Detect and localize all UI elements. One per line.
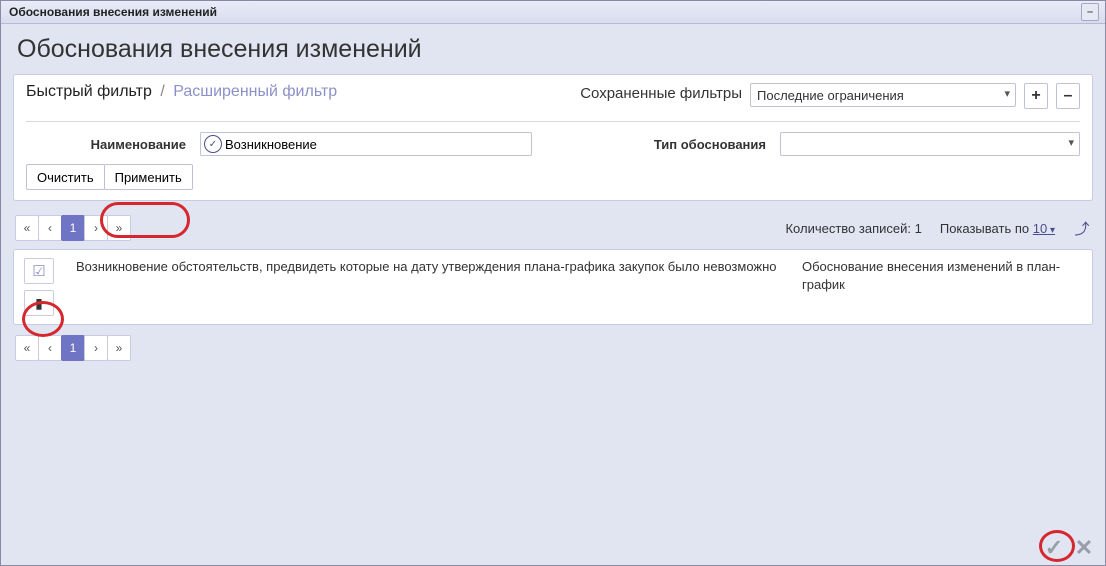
pager-bottom: « ‹ 1 › » — [15, 335, 131, 361]
export-icon[interactable]: ⤴ — [1073, 219, 1091, 237]
pager-bar-top: « ‹ 1 › » Количество записей: 1 Показыва… — [15, 215, 1091, 241]
filter-top: Быстрый фильтр / Расширенный фильтр Сохр… — [26, 83, 1080, 109]
page-prev-b[interactable]: ‹ — [38, 335, 62, 361]
page-title: Обоснования внесения изменений — [17, 35, 1093, 64]
type-label: Тип обоснования — [586, 137, 766, 152]
type-select[interactable] — [780, 132, 1080, 156]
saved-filters: Сохраненные фильтры Последние ограничени… — [580, 83, 1080, 109]
body: Обоснования внесения изменений Быстрый ф… — [1, 24, 1105, 565]
results-list: ☑ ▮ Возникновение обстоятельств, предвид… — [13, 249, 1093, 325]
page-prev[interactable]: ‹ — [38, 215, 62, 241]
row-type: Обоснование внесения изменений в план-гр… — [802, 258, 1082, 293]
select-row-button[interactable]: ☑ — [24, 258, 54, 284]
record-count: Количество записей: 1 — [785, 221, 921, 236]
confirm-button[interactable]: ✓ — [1041, 535, 1067, 561]
row-actions: ☑ ▮ — [24, 258, 64, 316]
check-icon: ☑ — [32, 262, 45, 280]
saved-filters-select[interactable]: Последние ограничения — [750, 83, 1016, 107]
page-first-b[interactable]: « — [15, 335, 39, 361]
list-item[interactable]: ☑ ▮ Возникновение обстоятельств, предвид… — [14, 250, 1092, 324]
page-first[interactable]: « — [15, 215, 39, 241]
filter-tabs: Быстрый фильтр / Расширенный фильтр — [26, 83, 337, 101]
add-filter-button[interactable]: + — [1024, 83, 1048, 109]
divider — [26, 121, 1080, 122]
type-select-wrap — [780, 132, 1080, 156]
collapse-icon[interactable]: – — [1081, 3, 1099, 21]
pager-top: « ‹ 1 › » — [15, 215, 131, 241]
pager-right: Количество записей: 1 Показывать по 10 ⤴ — [785, 219, 1091, 237]
clear-button[interactable]: Очистить — [26, 164, 105, 190]
window-title: Обоснования внесения изменений — [9, 5, 217, 19]
page-last[interactable]: » — [107, 215, 131, 241]
dialog-window: Обоснования внесения изменений – Обоснов… — [0, 0, 1106, 566]
saved-filters-select-wrap: Последние ограничения — [750, 83, 1016, 107]
saved-filters-label: Сохраненные фильтры — [580, 85, 742, 104]
tab-separator: / — [160, 83, 164, 100]
titlebar: Обоснования внесения изменений – — [1, 1, 1105, 24]
tab-quick-filter[interactable]: Быстрый фильтр — [26, 83, 152, 100]
filter-row: Наименование ✓ Тип обоснования — [26, 132, 1080, 156]
filter-actions: Очистить Применить — [26, 164, 1080, 190]
page-current-b[interactable]: 1 — [61, 335, 85, 361]
name-input-wrap: ✓ — [200, 132, 532, 156]
page-next-b[interactable]: › — [84, 335, 108, 361]
cancel-button[interactable]: ✕ — [1071, 535, 1097, 561]
input-valid-icon: ✓ — [204, 135, 222, 153]
dialog-footer: ✓ ✕ — [1041, 535, 1097, 561]
document-icon: ▮ — [35, 295, 43, 312]
tab-advanced-filter[interactable]: Расширенный фильтр — [173, 83, 337, 100]
pager-bar-bottom: « ‹ 1 › » — [15, 335, 1091, 361]
row-description: Возникновение обстоятельств, предвидеть … — [76, 258, 790, 276]
apply-button[interactable]: Применить — [104, 164, 193, 190]
remove-filter-button[interactable]: – — [1056, 83, 1080, 109]
page-last-b[interactable]: » — [107, 335, 131, 361]
name-input[interactable] — [200, 132, 532, 156]
per-page-link[interactable]: 10 — [1033, 221, 1055, 236]
per-page: Показывать по 10 — [940, 221, 1055, 236]
page-current[interactable]: 1 — [61, 215, 85, 241]
name-label: Наименование — [26, 137, 186, 152]
filter-panel: Быстрый фильтр / Расширенный фильтр Сохр… — [13, 74, 1093, 201]
document-button[interactable]: ▮ — [24, 290, 54, 316]
page-next[interactable]: › — [84, 215, 108, 241]
